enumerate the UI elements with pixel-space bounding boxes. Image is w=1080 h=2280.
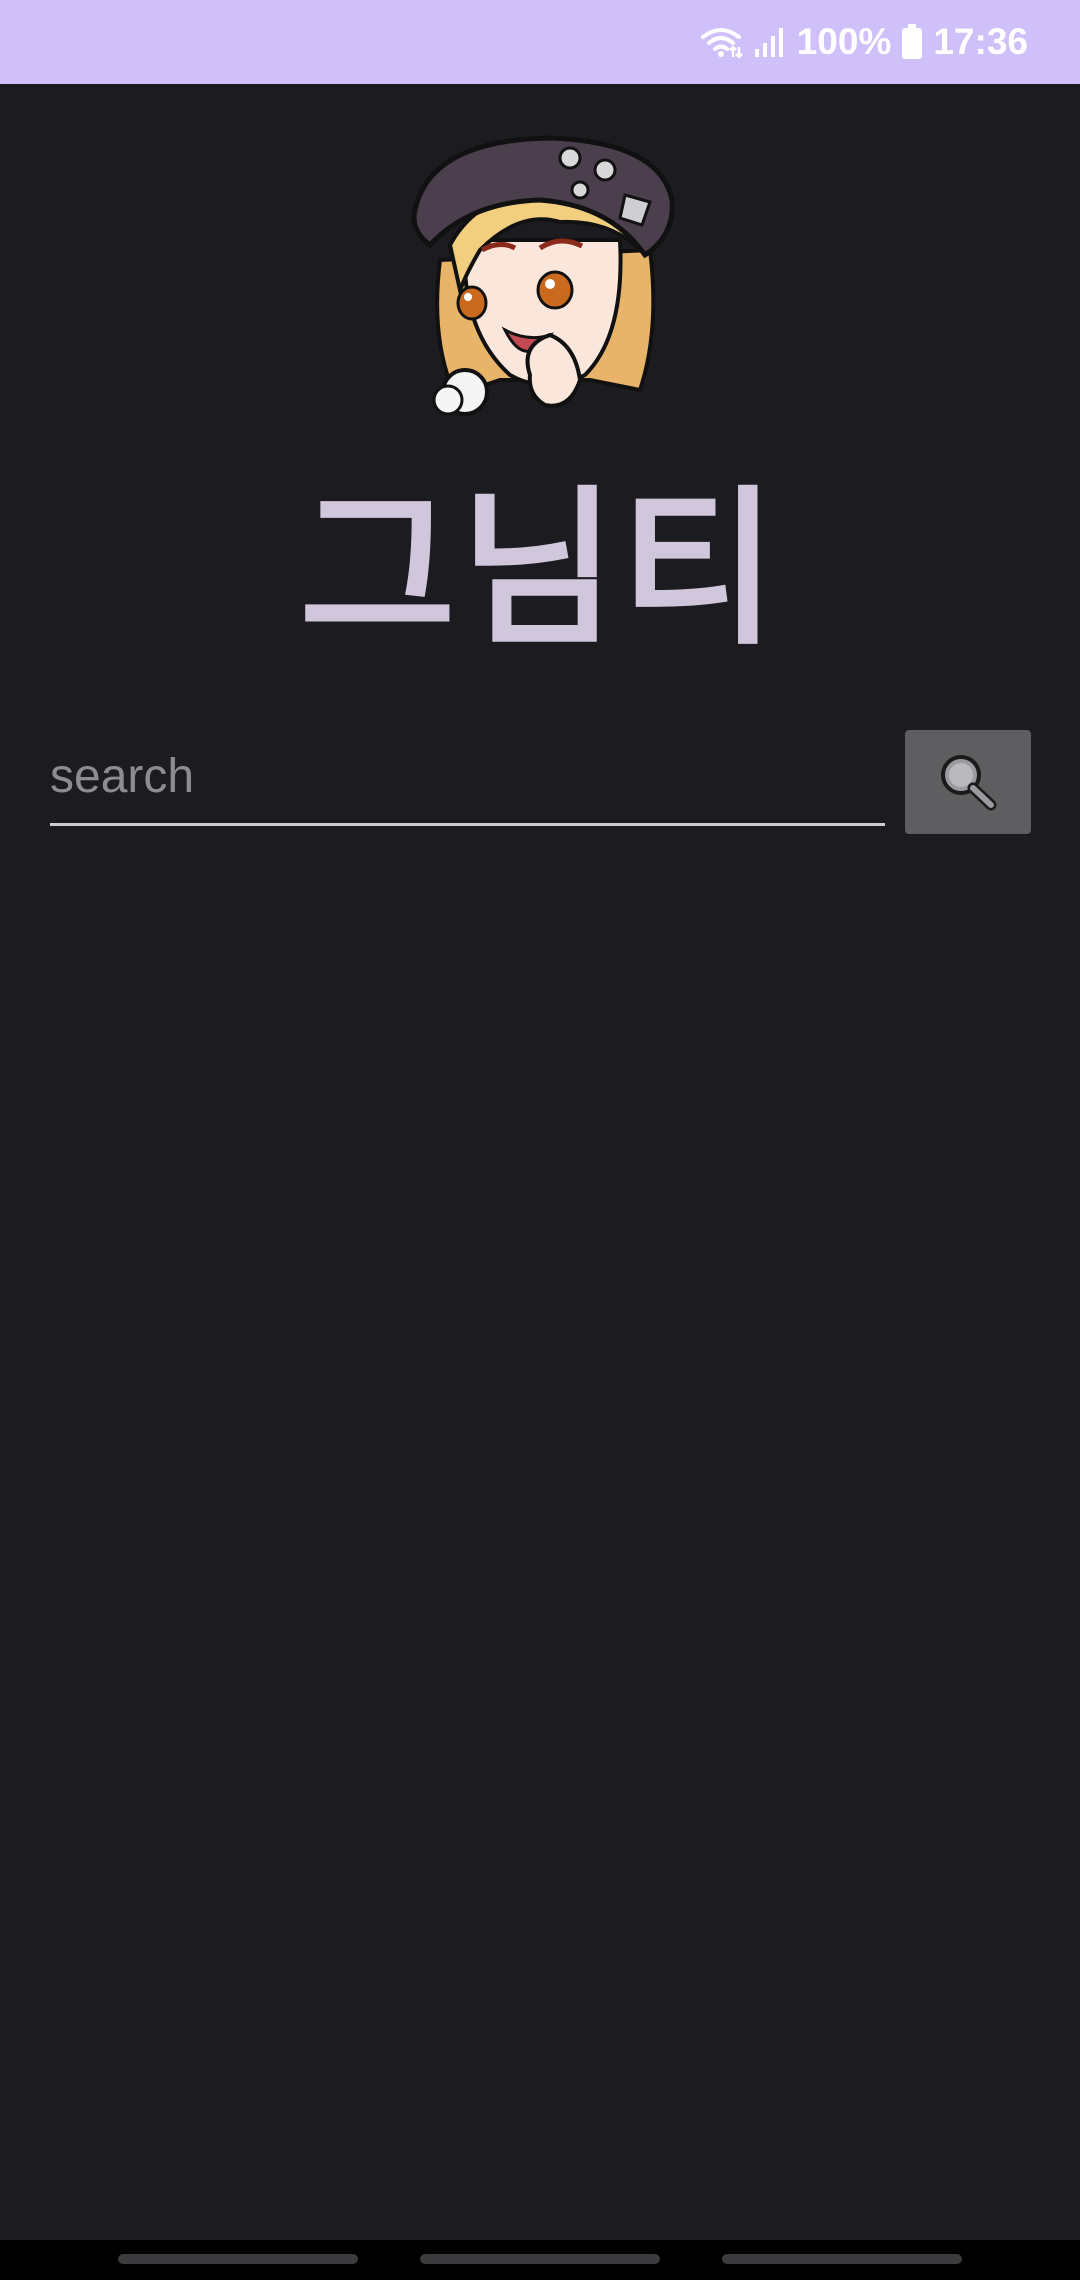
nav-home-handle[interactable] xyxy=(420,2254,660,2264)
status-bar: 100% 17:36 xyxy=(0,0,1080,84)
search-input[interactable] xyxy=(50,730,885,826)
search-button[interactable] xyxy=(905,730,1031,834)
clock: 17:36 xyxy=(933,21,1028,62)
battery-icon xyxy=(901,24,923,60)
nav-recents-handle[interactable] xyxy=(118,2254,358,2264)
app-title: 그님티 xyxy=(299,471,781,669)
battery-level-text: 100% xyxy=(796,21,892,62)
status-icons: 100% 17:36 xyxy=(699,0,1028,84)
search-icon xyxy=(935,750,1001,815)
wifi-icon xyxy=(699,25,743,59)
signal-icon xyxy=(753,25,787,59)
search-row xyxy=(50,730,1032,836)
mascot-image xyxy=(410,130,680,430)
nav-back-handle[interactable] xyxy=(722,2254,962,2264)
navigation-bar xyxy=(0,2240,1080,2280)
